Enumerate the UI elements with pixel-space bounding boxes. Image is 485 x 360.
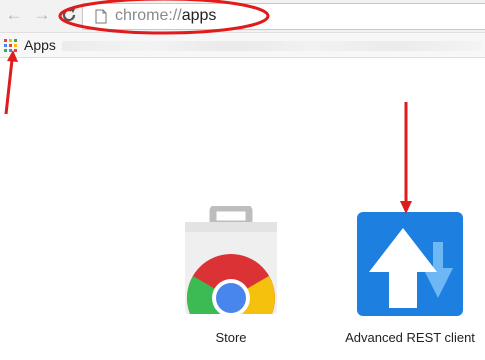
arrow-to-apps-link bbox=[4, 50, 18, 115]
blurred-bookmarks bbox=[62, 41, 482, 51]
apps-grid-dot bbox=[14, 39, 17, 42]
apps-grid-dot bbox=[4, 39, 7, 42]
apps-grid-dot bbox=[4, 44, 7, 47]
url-path: apps bbox=[181, 7, 217, 24]
app-label-store: Store bbox=[215, 330, 247, 345]
apps-grid-dot bbox=[4, 49, 7, 52]
apps-grid-icon[interactable] bbox=[4, 39, 17, 52]
apps-grid-dot bbox=[14, 49, 17, 52]
app-tile-advanced-rest-client[interactable]: Advanced REST client bbox=[340, 206, 480, 345]
browser-toolbar: ← → chrome://apps bbox=[0, 0, 485, 33]
reload-icon[interactable] bbox=[60, 6, 78, 24]
apps-grid-dot bbox=[9, 39, 12, 42]
url-scheme: chrome:// bbox=[115, 7, 182, 24]
bookmarks-bar: Apps bbox=[0, 33, 485, 58]
app-tile-store[interactable]: Store bbox=[161, 206, 301, 345]
address-bar[interactable]: chrome://apps bbox=[82, 3, 485, 30]
apps-grid-dot bbox=[14, 44, 17, 47]
chrome-web-store-icon bbox=[185, 206, 277, 314]
apps-grid-dot bbox=[9, 44, 12, 47]
forward-arrow-icon[interactable]: → bbox=[33, 5, 51, 25]
back-arrow-icon[interactable]: ← bbox=[5, 5, 23, 25]
arrow-to-rest-client bbox=[400, 102, 412, 214]
apps-bookmark-link[interactable]: Apps bbox=[24, 36, 56, 54]
advanced-rest-client-icon bbox=[357, 212, 463, 316]
apps-grid-dot bbox=[9, 49, 12, 52]
app-label-advanced-rest-client: Advanced REST client bbox=[345, 330, 475, 345]
url-text[interactable]: chrome://apps bbox=[115, 7, 216, 25]
page-icon bbox=[95, 9, 107, 24]
